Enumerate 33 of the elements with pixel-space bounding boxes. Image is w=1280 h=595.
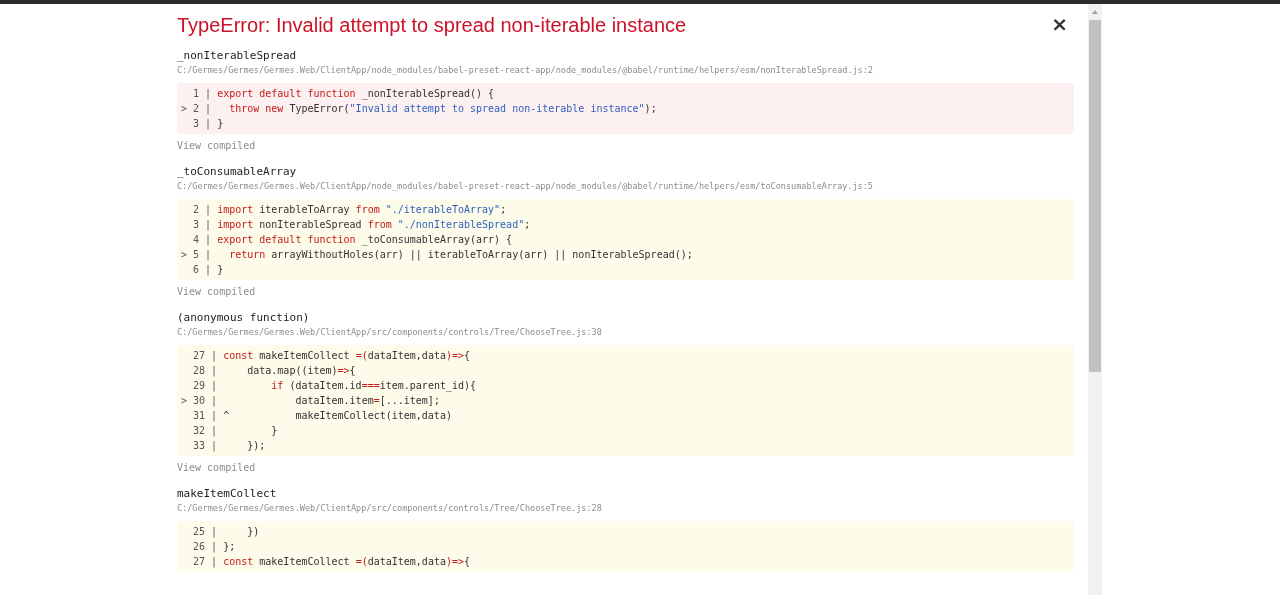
function-name: _toConsumableArray: [177, 165, 298, 178]
error-title: TypeError: Invalid attempt to spread non-iterable instance: [177, 14, 687, 37]
code-line: 27 | const makeItemCollect =(dataItem,data)=>{: [192, 555, 472, 569]
view-compiled-link[interactable]: View compiled: [177, 140, 256, 151]
code-line: > 5 | return arrayWithoutHoles(arr) || iterableToArray(arr) || nonIterableSpread();: [181, 248, 694, 262]
function-name: _nonIterableSpread: [177, 49, 298, 62]
file-path: C:/Germes/Germes/Germes.Web/ClientApp/src/components/controls/Tree/ChooseTree.js:30: [177, 327, 603, 337]
code-line: 2 | import iterableToArray from "./iterableToArray";: [192, 203, 508, 217]
code-line: > 2 | throw new TypeError("Invalid attempt to spread non-iterable instance");: [181, 102, 658, 116]
code-line: 3 | }: [192, 117, 225, 131]
code-line: 6 | }: [192, 263, 225, 277]
close-button[interactable]: ×: [1045, 12, 1074, 36]
code-line: 4 | export default function _toConsumableArray(arr) {: [192, 233, 514, 247]
function-name: makeItemCollect: [177, 487, 278, 500]
file-path: C:/Germes/Germes/Germes.Web/ClientApp/src/components/controls/Tree/ChooseTree.js:28: [177, 503, 603, 513]
file-path: C:/Germes/Germes/Germes.Web/ClientApp/node_modules/babel-preset-react-app/node_modules/@babel/runtime/helpers/esm/nonIterableSpread.js:2: [177, 65, 874, 75]
code-line: 3 | import nonIterableSpread from "./nonIterableSpread";: [192, 218, 532, 232]
view-compiled-link[interactable]: View compiled: [177, 462, 256, 473]
code-line: 33 | });: [192, 439, 267, 453]
code-line: > 30 | dataItem.item=[...item];: [181, 394, 441, 408]
code-line: 26 | };: [192, 540, 237, 554]
function-name: (anonymous function): [177, 311, 311, 324]
code-line: 31 | ^ makeItemCollect(item,data): [192, 409, 453, 423]
file-path: C:/Germes/Germes/Germes.Web/ClientApp/node_modules/babel-preset-react-app/node_modules/@babel/runtime/helpers/esm/toConsumableArray.js:5: [177, 181, 874, 191]
code-line: 29 | if (dataItem.id===item.parent_id){: [192, 379, 478, 393]
code-line: 32 | }: [192, 424, 279, 438]
code-line: 1 | export default function _nonIterableSpread() {: [192, 87, 496, 101]
code-line: 27 | const makeItemCollect =(dataItem,data)=>{: [192, 349, 472, 363]
code-line: 28 | data.map((item)=>{: [192, 364, 357, 378]
scrollbar[interactable]: [1088, 4, 1102, 595]
scroll-up-icon[interactable]: [1090, 8, 1100, 16]
code-line: 25 | }): [192, 525, 261, 539]
view-compiled-link[interactable]: View compiled: [177, 286, 256, 297]
